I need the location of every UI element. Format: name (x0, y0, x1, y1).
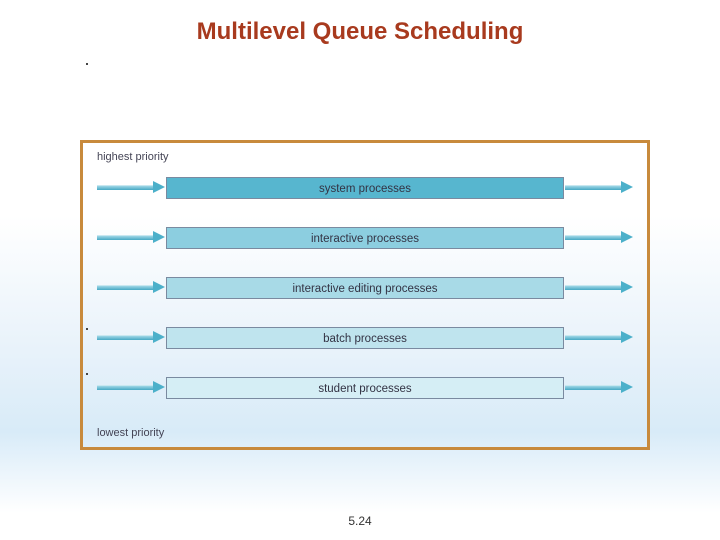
queue-box: system processes (166, 177, 564, 199)
queue-box: batch processes (166, 327, 564, 349)
queue-row: system processes (91, 175, 639, 201)
label-lowest-priority: lowest priority (97, 427, 164, 439)
queue-box: interactive editing processes (166, 277, 564, 299)
arrow-in-icon (97, 384, 165, 391)
queue-box: interactive processes (166, 227, 564, 249)
arrow-in-icon (97, 234, 165, 241)
arrow-in-icon (97, 184, 165, 191)
arrow-out-icon (565, 334, 633, 341)
decorative-dot (86, 373, 88, 375)
arrow-in-icon (97, 284, 165, 291)
decorative-dot (86, 328, 88, 330)
arrow-in-icon (97, 334, 165, 341)
diagram-frame: highest priority system processes interac… (80, 140, 650, 450)
decorative-dot (86, 63, 88, 65)
arrow-out-icon (565, 184, 633, 191)
queue-row: student processes (91, 375, 639, 401)
label-highest-priority: highest priority (97, 151, 169, 163)
page-title: Multilevel Queue Scheduling (0, 0, 720, 46)
queue-row: interactive processes (91, 225, 639, 251)
queue-row: batch processes (91, 325, 639, 351)
arrow-out-icon (565, 284, 633, 291)
queue-row: interactive editing processes (91, 275, 639, 301)
arrow-out-icon (565, 234, 633, 241)
page-number: 5.24 (0, 514, 720, 528)
queue-box: student processes (166, 377, 564, 399)
arrow-out-icon (565, 384, 633, 391)
diagram-inner: highest priority system processes interac… (91, 149, 639, 441)
